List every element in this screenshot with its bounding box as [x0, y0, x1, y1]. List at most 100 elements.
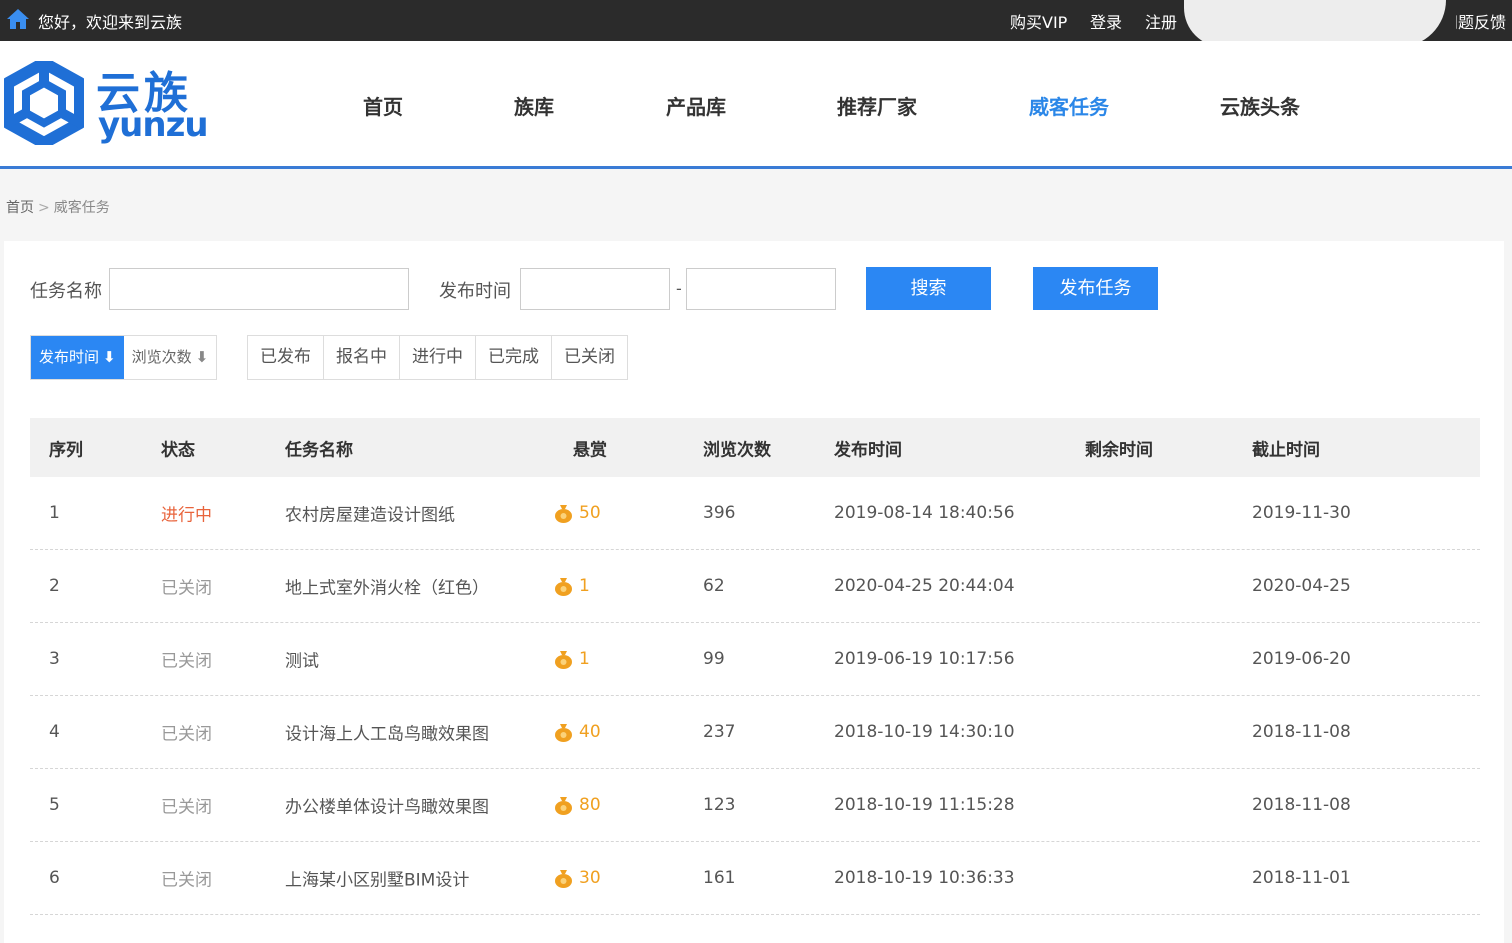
row-status: 已关闭: [161, 724, 212, 745]
publish-time-label: 发布时间: [439, 281, 511, 302]
breadcrumb-home[interactable]: 首页: [6, 200, 34, 216]
money-bag-icon: [555, 505, 572, 523]
row-views: 123: [703, 795, 736, 815]
filter-published[interactable]: 已发布: [248, 336, 324, 379]
date-range-dash: -: [676, 279, 682, 298]
nav-headlines[interactable]: 云族头条: [1220, 91, 1300, 120]
money-bag-icon: [555, 578, 572, 596]
row-status: 已关闭: [161, 797, 212, 818]
feedback-link[interactable]: 问题反馈: [1456, 9, 1506, 33]
publish-time-from-input[interactable]: [520, 268, 670, 310]
nav-tasks[interactable]: 威客任务: [1029, 91, 1109, 120]
sort-label: 发布时间: [39, 348, 100, 366]
nav-product-library[interactable]: 产品库: [666, 91, 726, 120]
row-views: 161: [703, 868, 736, 888]
table-row[interactable]: 4 已关闭 设计海上人工岛鸟瞰效果图 40 237 2018-10-19 14:30:10…: [30, 696, 1480, 769]
row-no: 5: [49, 795, 60, 815]
row-task-name[interactable]: 地上式室外消火栓（红色）: [285, 574, 489, 599]
row-status: 进行中: [161, 505, 212, 526]
row-reward: 40: [554, 722, 601, 742]
money-bag-icon: [555, 870, 572, 888]
breadcrumb: 首页 > 威客任务: [6, 197, 110, 217]
col-header-deadline: 截止时间: [1252, 440, 1320, 460]
row-views: 62: [703, 576, 725, 596]
row-task-name[interactable]: 办公楼单体设计鸟瞰效果图: [285, 793, 489, 818]
buy-vip-link[interactable]: 购买VIP: [1010, 9, 1067, 33]
breadcrumb-current: 威客任务: [53, 200, 110, 216]
col-header-no: 序列: [49, 440, 83, 460]
row-deadline: 2018-11-08: [1252, 795, 1351, 815]
row-published: 2018-10-19 11:15:28: [834, 795, 1015, 815]
site-header: 云族 yunzu 首页 族库 产品库 推荐厂家 威客任务 云族头条: [0, 41, 1512, 169]
sort-by-views[interactable]: 浏览次数 ⬇: [123, 336, 217, 379]
row-deadline: 2018-11-08: [1252, 722, 1351, 742]
row-task-name[interactable]: 农村房屋建造设计图纸: [285, 501, 455, 526]
reward-value: 40: [579, 722, 601, 742]
row-no: 2: [49, 576, 60, 596]
table-header: 序列 状态 任务名称 悬赏 浏览次数 发布时间 剩余时间 截止时间: [30, 418, 1480, 477]
col-header-status: 状态: [161, 440, 195, 460]
login-link[interactable]: 登录: [1090, 9, 1122, 33]
logo-text-en: yunzu: [98, 105, 209, 145]
row-no: 3: [49, 649, 60, 669]
reward-value: 1: [579, 576, 590, 596]
filter-completed[interactable]: 已完成: [476, 336, 552, 379]
sort-options: 发布时间 ⬇ 浏览次数 ⬇: [30, 335, 218, 380]
publish-time-to-input[interactable]: [686, 268, 836, 310]
row-published: 2019-08-14 18:40:56: [834, 503, 1015, 523]
search-button[interactable]: 搜索: [866, 267, 991, 310]
row-task-name[interactable]: 上海某小区别墅BIM设计: [285, 866, 469, 891]
arrow-down-icon: ⬇: [195, 348, 209, 366]
task-name-input[interactable]: [109, 268, 409, 310]
filter-signing-up[interactable]: 报名中: [324, 336, 400, 379]
breadcrumb-separator: >: [38, 200, 50, 216]
sort-label: 浏览次数: [131, 348, 192, 366]
row-views: 99: [703, 649, 725, 669]
table-row[interactable]: 3 已关闭 测试 1 99 2019-06-19 10:17:56 2019-06-20: [30, 623, 1480, 696]
row-deadline: 2019-06-20: [1252, 649, 1351, 669]
task-panel: 任务名称 发布时间 - 搜索 发布任务 发布时间 ⬇ 浏览次数 ⬇ 已发布 报名中 …: [4, 241, 1504, 943]
obscured-area: [1184, 0, 1446, 47]
register-link[interactable]: 注册: [1145, 9, 1177, 33]
table-row[interactable]: 2 已关闭 地上式室外消火栓（红色） 1 62 2020-04-25 20:44:04 20…: [30, 550, 1480, 623]
home-icon[interactable]: [6, 8, 30, 30]
welcome-text: 您好，欢迎来到云族: [38, 13, 183, 32]
reward-value: 50: [579, 503, 601, 523]
row-published: 2018-10-19 14:30:10: [834, 722, 1015, 742]
top-bar: 您好，欢迎来到云族 购买VIP 登录 注册 问题反馈: [0, 0, 1512, 47]
nav-home[interactable]: 首页: [363, 91, 403, 120]
row-published: 2019-06-19 10:17:56: [834, 649, 1015, 669]
row-deadline: 2019-11-30: [1252, 503, 1351, 523]
row-no: 4: [49, 722, 60, 742]
table-row[interactable]: 1 进行中 农村房屋建造设计图纸 50 396 2019-08-14 18:40:56 20…: [30, 477, 1480, 550]
table-row[interactable]: 5 已关闭 办公楼单体设计鸟瞰效果图 80 123 2018-10-19 11:15:28…: [30, 769, 1480, 842]
money-bag-icon: [555, 797, 572, 815]
table-row[interactable]: 6 已关闭 上海某小区别墅BIM设计 30 161 2018-10-19 10:36:33…: [30, 842, 1480, 915]
row-views: 396: [703, 503, 736, 523]
reward-value: 30: [579, 868, 601, 888]
publish-task-button[interactable]: 发布任务: [1033, 267, 1158, 310]
site-logo[interactable]: 云族 yunzu: [4, 59, 214, 145]
sort-by-publish-time[interactable]: 发布时间 ⬇: [31, 336, 124, 379]
row-status: 已关闭: [161, 870, 212, 891]
col-header-views: 浏览次数: [703, 440, 771, 460]
row-reward: 80: [554, 795, 601, 815]
row-task-name[interactable]: 测试: [285, 647, 319, 672]
col-header-remaining: 剩余时间: [1085, 440, 1153, 460]
row-reward: 1: [554, 576, 590, 596]
row-status: 已关闭: [161, 578, 212, 599]
col-header-name: 任务名称: [285, 440, 353, 460]
row-no: 1: [49, 503, 60, 523]
arrow-down-icon: ⬇: [103, 348, 116, 366]
filter-in-progress[interactable]: 进行中: [400, 336, 476, 379]
reward-value: 80: [579, 795, 601, 815]
row-deadline: 2018-11-01: [1252, 868, 1351, 888]
row-reward: 1: [554, 649, 590, 669]
money-bag-icon: [555, 651, 572, 669]
task-name-label: 任务名称: [30, 281, 102, 302]
filter-closed[interactable]: 已关闭: [552, 336, 627, 379]
nav-family-library[interactable]: 族库: [514, 91, 554, 120]
row-task-name[interactable]: 设计海上人工岛鸟瞰效果图: [285, 720, 489, 745]
nav-recommended-vendors[interactable]: 推荐厂家: [837, 91, 917, 120]
money-bag-icon: [555, 724, 572, 742]
